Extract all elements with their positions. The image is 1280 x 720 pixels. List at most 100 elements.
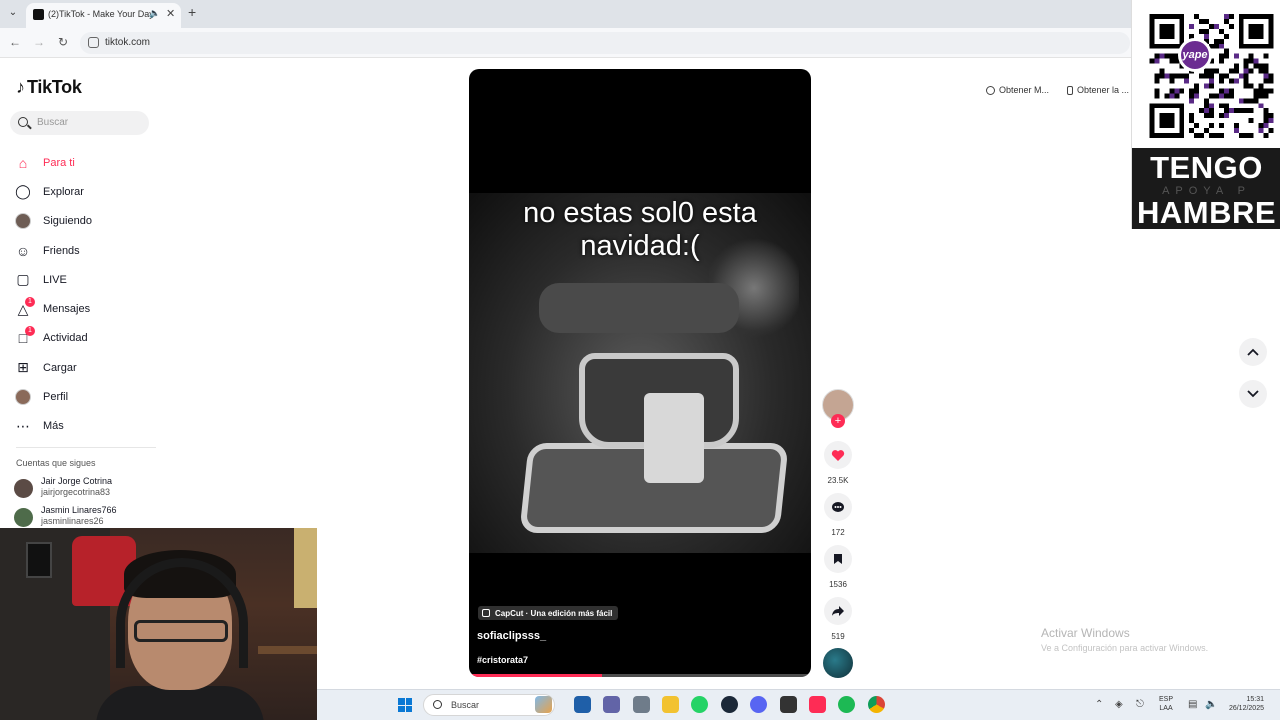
chevron-down-icon: [1247, 390, 1259, 398]
video-author[interactable]: sofiaclipsss_: [477, 630, 546, 642]
file-manager-icon[interactable]: [574, 696, 591, 713]
discord-icon[interactable]: [750, 696, 767, 713]
get-desktop-link[interactable]: Obtener la ...: [1067, 83, 1129, 97]
sidebar-item-actividad[interactable]: □ 1 Actividad: [14, 324, 194, 353]
folder-icon[interactable]: [662, 696, 679, 713]
video-progress-bar[interactable]: [469, 674, 811, 677]
address-bar[interactable]: tiktok.com: [80, 32, 1130, 54]
compass-icon: ◯: [15, 183, 31, 200]
calculator-icon[interactable]: [633, 696, 650, 713]
sidebar-item-live[interactable]: ▢ LIVE: [14, 265, 194, 294]
video-player[interactable]: no estas sol0 esta navidad:( CapCut · Un…: [469, 69, 811, 677]
sidebar-item-explorar[interactable]: ◯ Explorar: [14, 177, 194, 206]
video-chair-support: [644, 393, 704, 483]
close-tab-icon[interactable]: ✕: [166, 7, 175, 20]
like-button[interactable]: [824, 441, 852, 469]
capcut-label: CapCut · Una edición más fácil: [495, 608, 613, 618]
tab-title: (2)TikTok - Make Your Day: [48, 9, 154, 19]
steam-icon[interactable]: [721, 696, 738, 713]
tiktok-app-icon[interactable]: [809, 696, 826, 713]
tiktok-logo[interactable]: ♪ TikTok: [16, 76, 82, 98]
donation-overlay: yape TENGO APOYA P HAMBRE: [1131, 0, 1280, 230]
search-input[interactable]: Buscar: [10, 111, 149, 135]
activity-icon: □ 1: [14, 326, 35, 347]
webcam-person-body: [96, 686, 264, 720]
sidebar-item-para-ti[interactable]: ⌂ Para ti: [14, 148, 194, 177]
messages-badge: 1: [25, 297, 35, 308]
sidebar-item-mensajes[interactable]: △ 1 Mensajes: [14, 294, 194, 323]
video-sofa: [539, 283, 739, 333]
sidebar-item-siguiendo[interactable]: Siguiendo: [14, 207, 194, 236]
get-app-link[interactable]: Obtener M...: [986, 83, 1049, 97]
language-indicator[interactable]: ESP LAA: [1159, 695, 1173, 713]
forward-icon[interactable]: →: [32, 35, 46, 49]
more-icon: ⋯: [16, 417, 30, 434]
sidebar-nav: ⌂ Para ti ◯ Explorar Siguiendo ☺ Friends…: [14, 148, 194, 441]
windows-taskbar: Buscar ⌃ ◈ ⎋ ESP LAA ▤ 🔈 15:31 26/12/202…: [317, 689, 1280, 720]
tab-search-chevron-icon[interactable]: ⌄: [6, 7, 20, 21]
windows-start-icon[interactable]: [398, 698, 412, 712]
sidebar-item-perfil[interactable]: Perfil: [14, 382, 194, 411]
whatsapp-icon[interactable]: [691, 696, 708, 713]
share-count: 519: [831, 632, 845, 641]
reload-icon[interactable]: ↻: [56, 35, 70, 49]
widgets-icon[interactable]: [535, 696, 552, 713]
sidebar-item-friends[interactable]: ☺ Friends: [14, 236, 194, 265]
comment-icon: [832, 501, 844, 512]
obs-icon[interactable]: [780, 696, 797, 713]
url-text[interactable]: tiktok.com: [105, 37, 150, 48]
tiktok-note-icon: ♪: [16, 76, 25, 97]
microphone-icon[interactable]: ⎋: [1136, 699, 1144, 710]
friends-icon: ☺: [15, 242, 31, 259]
webcam-overlay: [0, 528, 317, 720]
upload-icon: ⊞: [17, 359, 29, 376]
new-tab-icon[interactable]: +: [188, 4, 196, 20]
volume-icon[interactable]: 🔈: [1205, 699, 1217, 710]
tray-chevron-up-icon[interactable]: ⌃: [1095, 699, 1103, 710]
next-video-button[interactable]: [1239, 380, 1267, 408]
following-account-name: Jair Jorge Cotrina: [41, 476, 113, 486]
sidebar-item-label: Actividad: [43, 332, 88, 345]
comment-button[interactable]: [824, 493, 852, 521]
messages-icon: △ 1: [14, 297, 35, 318]
activity-badge: 1: [25, 326, 35, 337]
spotify-icon[interactable]: [838, 696, 855, 713]
tray-network-icon[interactable]: ◈: [1115, 699, 1123, 710]
video-hashtag[interactable]: #cristorata7: [477, 655, 528, 665]
get-desktop-label: Obtener la ...: [1077, 85, 1130, 95]
following-account-handle: jairjorgecotrina83: [41, 487, 111, 497]
share-arrow-icon: [832, 606, 844, 616]
chrome-icon[interactable]: [868, 696, 885, 713]
save-count: 1536: [829, 580, 847, 589]
clock-time: 15:31: [1246, 696, 1264, 703]
language-code: ESP: [1159, 696, 1174, 703]
sidebar-item-mas[interactable]: ⋯ Más: [14, 412, 194, 441]
audio-playing-icon[interactable]: 🔈: [149, 8, 160, 19]
following-section-title: Cuentas que sigues: [16, 458, 96, 468]
network-icon[interactable]: ▤: [1188, 699, 1197, 710]
site-info-icon[interactable]: [88, 37, 99, 48]
sidebar-item-label: Perfil: [43, 391, 69, 404]
taskbar-clock[interactable]: 15:31 26/12/2025: [1222, 695, 1264, 713]
app-icon: [986, 85, 995, 95]
previous-video-button[interactable]: [1239, 338, 1267, 366]
browser-tab[interactable]: (2)TikTok - Make Your Day 🔈 ✕: [26, 3, 181, 28]
sidebar-item-label: Más: [43, 420, 64, 433]
video-caption: no estas sol0 esta navidad:(: [523, 197, 757, 262]
activation-title: Activar Windows: [1041, 626, 1130, 640]
capcut-tag[interactable]: CapCut · Una edición más fácil: [478, 606, 619, 620]
share-button[interactable]: [824, 597, 852, 625]
sidebar-item-cargar[interactable]: ⊞ Cargar: [14, 353, 194, 382]
phone-icon: [1067, 85, 1073, 95]
yape-logo: yape: [1178, 38, 1212, 72]
following-account-name: Jasmin Linares766: [41, 505, 117, 515]
browser-tab-bar: ⌄ (2)TikTok - Make Your Day 🔈 ✕ +: [0, 0, 1280, 28]
music-disc[interactable]: [823, 648, 853, 678]
save-button[interactable]: [824, 545, 852, 573]
browser-toolbar: ← → ↻ tiktok.com: [0, 28, 1280, 58]
teams-icon[interactable]: [603, 696, 620, 713]
back-icon[interactable]: ←: [8, 35, 22, 49]
follow-plus-icon[interactable]: +: [831, 414, 845, 428]
profile-avatar: [14, 388, 32, 406]
sidebar-item-label: Explorar: [43, 185, 84, 198]
